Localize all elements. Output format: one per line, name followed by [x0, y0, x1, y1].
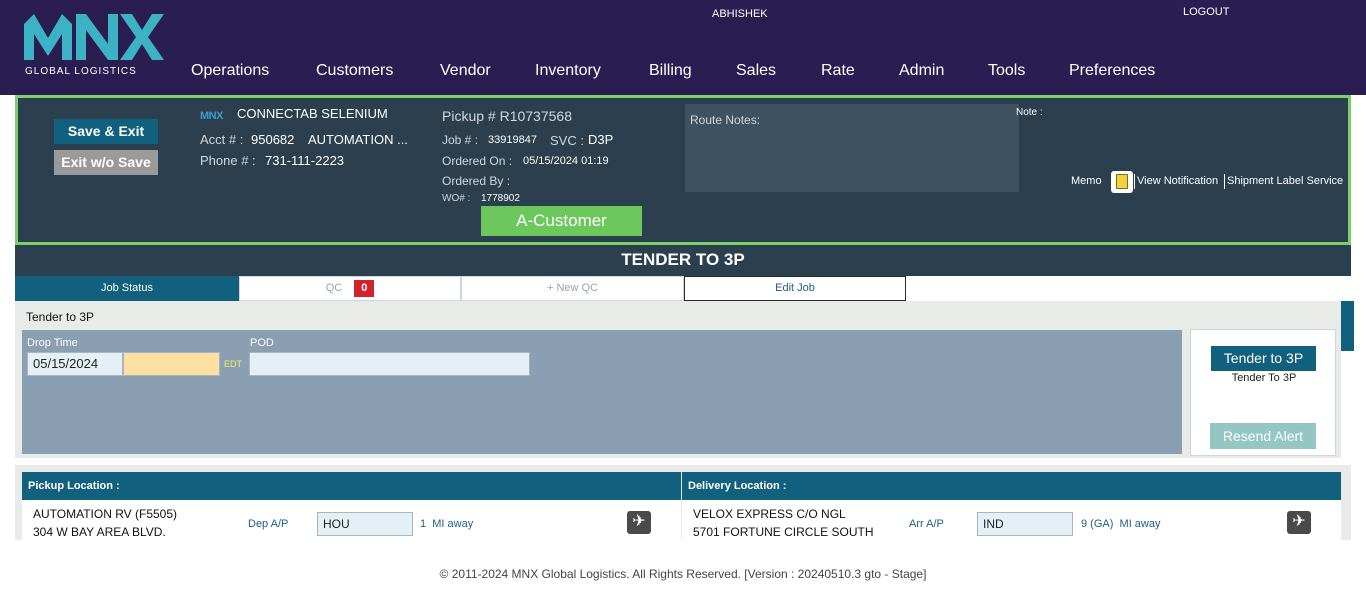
- pickup-location-panel: Pickup Location : AUTOMATION RV (F5505) …: [22, 472, 681, 540]
- delivery-location-header: Delivery Location :: [682, 472, 1341, 500]
- save-exit-button[interactable]: Save & Exit: [54, 119, 158, 144]
- shipment-label-service-link[interactable]: Shipment Label Service: [1227, 175, 1343, 187]
- delivery-address-line1: VELOX EXPRESS C/O NGL: [693, 507, 846, 521]
- nav-customers[interactable]: Customers: [316, 62, 393, 80]
- acct-number: 950682: [251, 132, 295, 147]
- delivery-location-panel: Delivery Location : VELOX EXPRESS C/O NG…: [682, 472, 1341, 540]
- phone-number: 731-111-2223: [265, 153, 345, 168]
- nav-vendor[interactable]: Vendor: [440, 62, 491, 80]
- pickup-address-line2: 304 W BAY AREA BLVD.: [33, 525, 166, 539]
- tender-to-3p-button[interactable]: Tender to 3P: [1211, 346, 1316, 371]
- arr-airport-label: Arr A/P: [909, 518, 944, 530]
- tab-job-status[interactable]: Job Status: [15, 276, 239, 301]
- tender-to-3p-caption: Tender To 3P: [1231, 372, 1297, 384]
- drop-time-input[interactable]: [123, 352, 220, 376]
- nav-sales[interactable]: Sales: [736, 62, 776, 80]
- logout-link[interactable]: LOGOUT: [1183, 6, 1229, 18]
- arr-airport-input[interactable]: IND: [977, 512, 1073, 536]
- ordered-by-label: Ordered By :: [442, 174, 511, 188]
- pickup-distance-value: 1: [420, 518, 427, 530]
- pickup-address-line1: AUTOMATION RV (F5505): [33, 507, 178, 521]
- pod-label: POD: [250, 337, 274, 349]
- divider: [1224, 174, 1225, 189]
- tender-section: Tender to 3P Drop Time 05/15/2024 EDT PO…: [15, 301, 1341, 458]
- delivery-distance: 9 (GA) MI away: [1081, 518, 1161, 530]
- job-header: Save & Exit Exit w/o Save MNX CONNECTAB …: [15, 95, 1351, 245]
- ordered-on-label: Ordered On :: [442, 154, 513, 168]
- tender-section-title: Tender to 3P: [26, 310, 95, 324]
- resend-alert-button[interactable]: Resend Alert: [1210, 423, 1316, 449]
- pod-input[interactable]: [249, 352, 530, 376]
- wo-label: WO# :: [442, 193, 471, 204]
- timezone-label: EDT: [224, 359, 242, 369]
- drop-time-label: Drop Time: [27, 337, 78, 349]
- nav-preferences[interactable]: Preferences: [1069, 62, 1155, 80]
- view-notification-link[interactable]: View Notification: [1137, 175, 1218, 187]
- nav-admin[interactable]: Admin: [899, 62, 944, 80]
- mnx-mini-logo: MNX: [200, 110, 223, 122]
- job-number: 33919847: [488, 134, 537, 146]
- tab-qc[interactable]: QC 0: [239, 276, 461, 301]
- delivery-mi-label: MI away: [1119, 518, 1161, 530]
- drop-date-input[interactable]: 05/15/2024: [27, 352, 123, 376]
- memo-note-icon[interactable]: [1111, 171, 1133, 193]
- pickup-location-header: Pickup Location :: [22, 472, 681, 500]
- airplane-icon[interactable]: ✈: [1287, 511, 1311, 534]
- pickup-distance: 1 MI away: [420, 518, 473, 530]
- wo-number: 1778902: [481, 193, 520, 204]
- scrollbar-thumb[interactable]: [1341, 301, 1354, 351]
- logo-subtitle: GLOBAL LOGISTICS: [25, 66, 137, 77]
- tab-qc-label: QC: [325, 282, 343, 294]
- svc-label: SVC :: [550, 133, 584, 148]
- note-label: Note :: [1016, 107, 1043, 118]
- phone-label: Phone # :: [200, 153, 256, 168]
- dep-airport-label: Dep A/P: [248, 518, 289, 530]
- customer-type-badge: A-Customer: [481, 206, 642, 236]
- nav-operations[interactable]: Operations: [191, 62, 269, 80]
- delivery-distance-value: 9 (GA): [1081, 518, 1114, 530]
- acct-name: AUTOMATION ...: [308, 132, 408, 147]
- tender-form-panel: Drop Time 05/15/2024 EDT POD: [22, 330, 1182, 454]
- nav-inventory[interactable]: Inventory: [535, 62, 601, 80]
- footer-copyright: © 2011-2024 MNX Global Logistics. All Ri…: [439, 567, 927, 581]
- nav-billing[interactable]: Billing: [649, 62, 692, 80]
- divider: [1134, 174, 1135, 189]
- pickup-number: Pickup # R10737568: [442, 108, 572, 124]
- customer-name: CONNECTAB SELENIUM: [237, 106, 388, 121]
- qc-count-badge: 0: [354, 279, 375, 297]
- tender-actions-box: Tender to 3P Tender To 3P Resend Alert: [1190, 329, 1336, 456]
- nav-tools[interactable]: Tools: [988, 62, 1025, 80]
- ordered-on-value: 05/15/2024 01:19: [523, 155, 609, 167]
- username: ABHISHEK: [712, 8, 768, 20]
- page: GLOBAL LOGISTICS ABHISHEK LOGOUT Operati…: [0, 0, 1366, 589]
- page-title: TENDER TO 3P: [15, 245, 1351, 276]
- job-label: Job # :: [442, 133, 479, 147]
- tab-new-qc[interactable]: + New QC: [461, 276, 684, 301]
- delivery-address-line2: 5701 FORTUNE CIRCLE SOUTH: [693, 525, 874, 539]
- dep-airport-input[interactable]: HOU: [317, 512, 413, 536]
- acct-label: Acct # :: [200, 132, 244, 147]
- svc-value: D3P: [588, 132, 614, 147]
- locations-section: Pickup Location : AUTOMATION RV (F5505) …: [15, 465, 1351, 540]
- top-navbar: GLOBAL LOGISTICS ABHISHEK LOGOUT Operati…: [0, 0, 1366, 95]
- nav-rate[interactable]: Rate: [821, 62, 855, 80]
- airplane-icon[interactable]: ✈: [627, 511, 651, 534]
- pickup-mi-label: MI away: [432, 518, 474, 530]
- memo-label: Memo: [1071, 175, 1102, 187]
- route-notes-box[interactable]: Route Notes:: [685, 104, 1019, 192]
- route-notes-label: Route Notes:: [690, 113, 761, 127]
- exit-without-save-button[interactable]: Exit w/o Save: [54, 150, 158, 175]
- tab-edit-job[interactable]: Edit Job: [684, 276, 906, 301]
